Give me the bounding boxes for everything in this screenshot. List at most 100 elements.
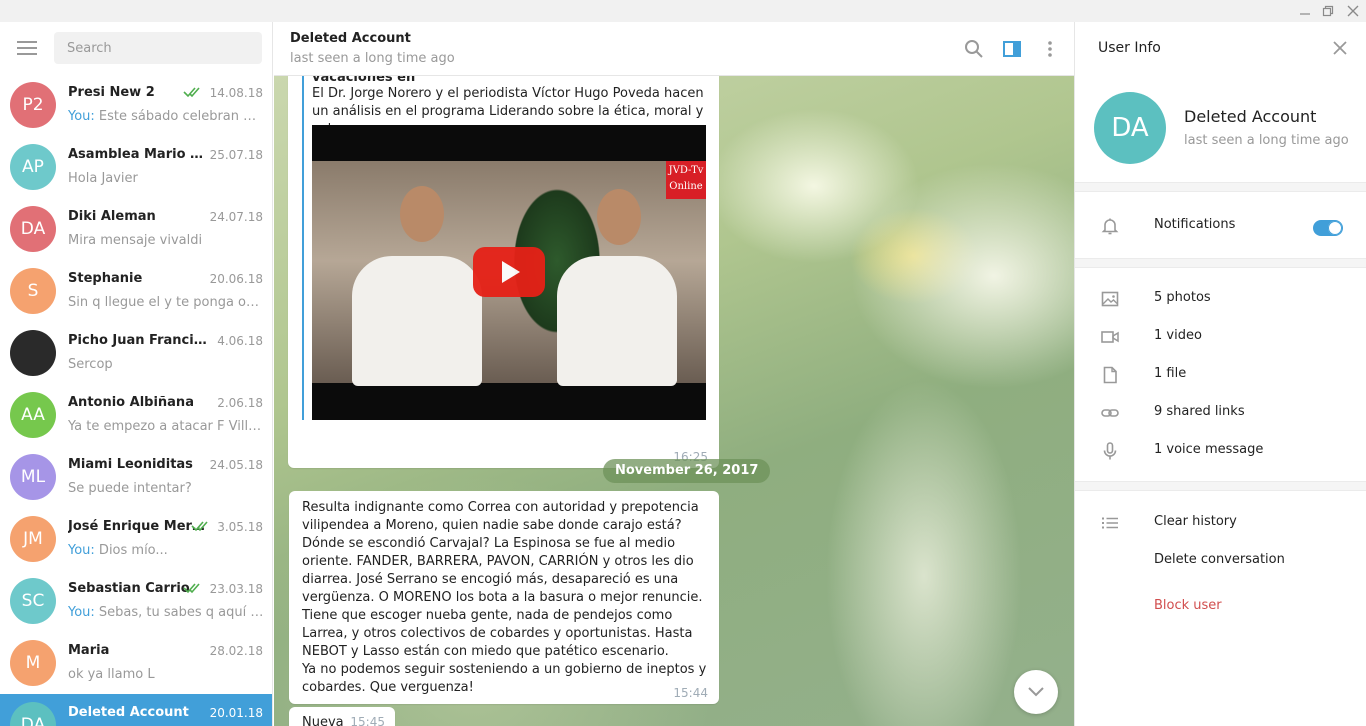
avatar: JM bbox=[10, 516, 56, 562]
message-preview: Dios mío... bbox=[94, 543, 168, 558]
avatar: AA bbox=[10, 392, 56, 438]
avatar: DA bbox=[1094, 92, 1166, 164]
avatar: P2 bbox=[10, 82, 56, 128]
restore-icon[interactable] bbox=[1314, 0, 1342, 22]
photos-label: 5 photos bbox=[1154, 290, 1211, 305]
double-check-icon bbox=[191, 521, 208, 532]
clear-history-label: Clear history bbox=[1154, 514, 1237, 529]
links-label: 9 shared links bbox=[1154, 404, 1245, 419]
microphone-icon bbox=[1100, 441, 1120, 461]
chat-item[interactable]: M Maria 28.02.18 ok ya llamo L bbox=[0, 632, 272, 694]
info-panel-title: User Info bbox=[1098, 40, 1161, 56]
info-user-name: Deleted Account bbox=[1184, 107, 1317, 126]
video-camera-icon bbox=[1100, 327, 1120, 347]
chat-item[interactable]: DA Diki Aleman 24.07.18 Mira mensaje vivald… bbox=[0, 198, 272, 260]
chat-last-message: Ya te empezo a atacar F Vill con... bbox=[68, 419, 264, 434]
you-prefix: You: bbox=[68, 543, 95, 558]
message-time: 15:44 bbox=[673, 686, 708, 700]
notifications-row[interactable]: Notifications bbox=[1075, 207, 1366, 245]
chat-name: Diki Aleman bbox=[68, 209, 156, 224]
more-options-icon[interactable] bbox=[1039, 38, 1061, 60]
notifications-label: Notifications bbox=[1154, 217, 1236, 232]
block-user-row[interactable]: Block user bbox=[1075, 588, 1366, 626]
avatar: DA bbox=[10, 702, 56, 726]
message-bubble-text[interactable]: Resulta indignante como Correa con autor… bbox=[289, 491, 719, 704]
avatar: DA bbox=[10, 206, 56, 252]
file-label: 1 file bbox=[1154, 366, 1187, 381]
conversation-pane: Deleted Account last seen a long time ag… bbox=[274, 22, 1074, 726]
hamburger-menu-icon[interactable] bbox=[17, 41, 37, 55]
chat-last-message: Hola Javier bbox=[68, 171, 264, 186]
sidebar-toggle-icon[interactable] bbox=[1001, 38, 1023, 60]
clear-history-row[interactable]: Clear history bbox=[1075, 504, 1366, 542]
chat-last-message: You: Sebas, tu sabes q aquí te q... bbox=[68, 605, 264, 620]
shared-files-row[interactable]: 1 file bbox=[1075, 356, 1366, 394]
avatar: M bbox=[10, 640, 56, 686]
photo-icon bbox=[1100, 289, 1120, 309]
chat-date: 20.01.18 bbox=[209, 706, 263, 720]
message-preview: Se puede intentar? bbox=[68, 481, 192, 496]
head-image-right bbox=[597, 189, 641, 245]
shared-videos-row[interactable]: 1 video bbox=[1075, 318, 1366, 356]
chat-name: Deleted Account bbox=[68, 705, 189, 720]
chat-date: 2.06.18 bbox=[217, 396, 263, 410]
chat-item[interactable]: AP Asamblea Mario Paz...25.07.18 Hola Javi… bbox=[0, 136, 272, 198]
message-preview: Sebas, tu sabes q aquí te q... bbox=[98, 605, 264, 620]
info-user-status: last seen a long time ago bbox=[1184, 133, 1349, 148]
double-check-icon bbox=[183, 87, 200, 98]
link-icon bbox=[1100, 403, 1120, 423]
bell-icon bbox=[1100, 216, 1120, 236]
chat-name: Stephanie bbox=[68, 271, 143, 286]
chat-list-sidebar: P2 Presi New 2 14.08.18 You: Este sábado ce… bbox=[0, 22, 273, 726]
notifications-toggle[interactable] bbox=[1313, 220, 1343, 236]
person-image-left bbox=[352, 256, 482, 386]
block-user-label: Block user bbox=[1154, 598, 1222, 613]
message-bubble-link[interactable]: vacaciones en El Dr. Jorge Norero y el p… bbox=[288, 70, 719, 468]
chat-item[interactable]: S Stephanie 20.06.18 Sin q llegue el y te p… bbox=[0, 260, 272, 322]
chat-date: 14.08.18 bbox=[209, 86, 263, 100]
shared-links-row[interactable]: 9 shared links bbox=[1075, 394, 1366, 432]
person-image-right bbox=[557, 256, 677, 386]
chat-item[interactable]: ML Miami Leoniditas 24.05.18 Se puede inten… bbox=[0, 446, 272, 508]
chat-name: Maria bbox=[68, 643, 110, 658]
message-bubble-last[interactable]: Nueva 15:45 bbox=[289, 707, 395, 726]
chat-item[interactable]: Picho Juan Francisco 4.06.18 Sercop bbox=[0, 322, 272, 384]
close-window-icon[interactable] bbox=[1339, 0, 1366, 22]
chat-date: 4.06.18 bbox=[217, 334, 263, 348]
message-preview: Hola Javier bbox=[68, 171, 138, 186]
scroll-down-button[interactable] bbox=[1014, 670, 1058, 714]
voice-messages-row[interactable]: 1 voice message bbox=[1075, 432, 1366, 470]
chat-date: 23.03.18 bbox=[209, 582, 263, 596]
chat-item[interactable]: JM José Enrique Merc... 3.05.18 You: Dios m… bbox=[0, 508, 272, 570]
message-text: Resulta indignante como Correa con autor… bbox=[302, 500, 707, 695]
head-image-left bbox=[400, 186, 444, 242]
close-icon[interactable] bbox=[1331, 39, 1349, 57]
section-divider bbox=[1075, 481, 1366, 491]
chat-last-message: Sercop bbox=[68, 357, 264, 372]
double-check-icon bbox=[183, 583, 200, 594]
play-icon[interactable] bbox=[473, 247, 545, 297]
avatar: AP bbox=[10, 144, 56, 190]
avatar: S bbox=[10, 268, 56, 314]
chat-last-message: ok ya llamo L bbox=[68, 667, 264, 682]
chat-item[interactable]: P2 Presi New 2 14.08.18 You: Este sábado ce… bbox=[0, 74, 272, 136]
chat-item[interactable]: AA Antonio Albiñana 2.06.18 Ya te empezo a … bbox=[0, 384, 272, 446]
chat-name: Miami Leoniditas bbox=[68, 457, 193, 472]
file-icon bbox=[1100, 365, 1120, 385]
avatar: ML bbox=[10, 454, 56, 500]
message-preview: Sin q llegue el y te ponga obstá... bbox=[68, 295, 264, 310]
chat-name: Antonio Albiñana bbox=[68, 395, 194, 410]
message-preview: ok ya llamo L bbox=[68, 667, 155, 682]
chat-date: 24.05.18 bbox=[209, 458, 263, 472]
chat-item[interactable]: DA Deleted Account 20.01.18 bbox=[0, 694, 272, 726]
chat-last-message: Se puede intentar? bbox=[68, 481, 264, 496]
shared-photos-row[interactable]: 5 photos bbox=[1075, 280, 1366, 318]
delete-conversation-row[interactable]: Delete conversation bbox=[1075, 542, 1366, 580]
chat-last-message: Sin q llegue el y te ponga obstá... bbox=[68, 295, 264, 310]
conversation-title[interactable]: Deleted Account bbox=[290, 31, 411, 46]
chat-item[interactable]: SC Sebastian Carrio 23.03.18 You: Sebas, tu… bbox=[0, 570, 272, 632]
search-icon[interactable] bbox=[963, 38, 985, 60]
you-prefix: You: bbox=[68, 109, 95, 124]
video-thumbnail[interactable]: JVD-Tv Online bbox=[312, 125, 706, 420]
search-input[interactable] bbox=[54, 32, 262, 64]
